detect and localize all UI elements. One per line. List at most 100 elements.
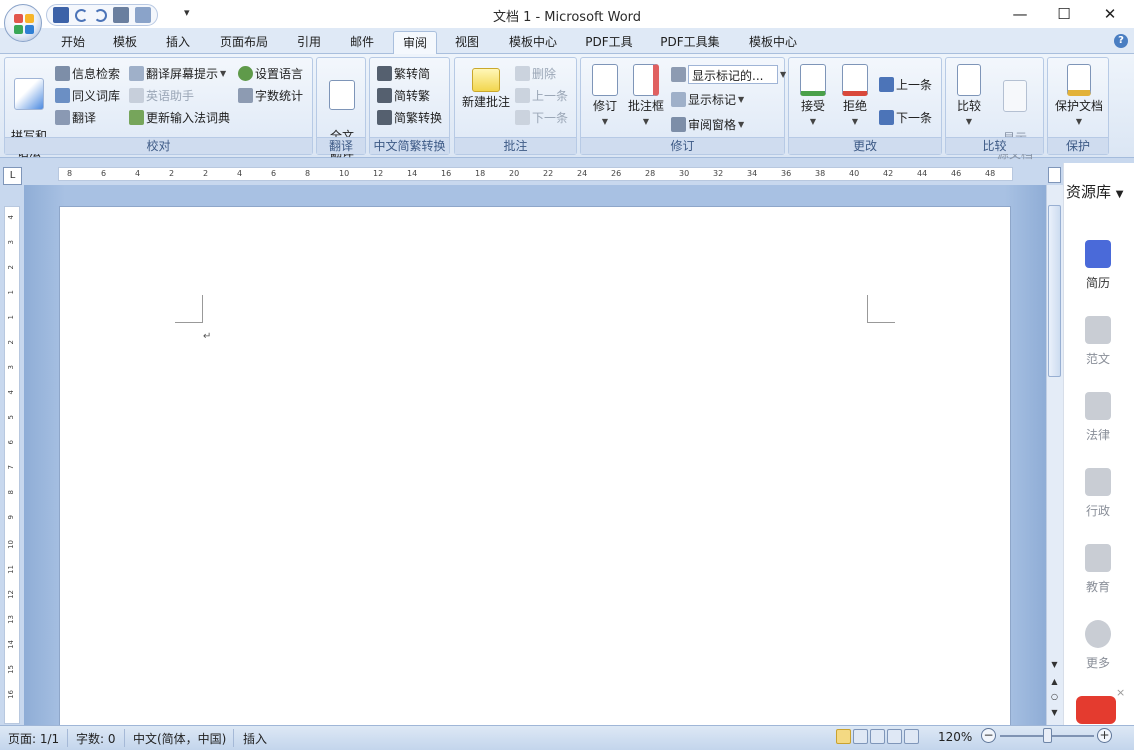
zoom-level[interactable]: 120% [938, 730, 972, 744]
tab-templates[interactable]: 模板 [104, 31, 146, 54]
office-button[interactable] [4, 4, 42, 42]
ruler-tick-label: 14 [407, 169, 418, 178]
protect-document-button[interactable]: 保护文档 ▼ [1052, 64, 1106, 130]
compare-button[interactable]: 比较 ▼ [952, 64, 986, 130]
zoom-in-icon[interactable]: + [1097, 728, 1112, 743]
previous-page-icon[interactable]: ▲ [1048, 677, 1061, 686]
tab-view[interactable]: 视图 [446, 31, 488, 54]
traditional-to-simplified-button[interactable]: 繁转简 [377, 65, 430, 82]
vertical-ruler[interactable]: 4 3 2 1 1 2 3 4 5 6 7 8 9 10 11 12 13 14 15 16 [4, 206, 20, 724]
next-page-icon[interactable]: ▼ [1048, 708, 1061, 717]
tab-pdf-tools[interactable]: PDF工具 [578, 31, 640, 54]
reject-button[interactable]: 拒绝 ▼ [837, 64, 873, 130]
new-comment-button[interactable]: 新建批注 [459, 64, 513, 110]
scroll-down-icon[interactable]: ▼ [1048, 660, 1061, 669]
research-button[interactable]: 信息检索 [55, 65, 120, 82]
tab-mailings[interactable]: 邮件 [341, 31, 383, 54]
tab-review[interactable]: 审阅 [393, 31, 437, 54]
status-language[interactable]: 中文(简体，中国) [133, 730, 226, 747]
resource-item-law[interactable]: 法律 [1072, 392, 1124, 443]
group-label-comments: 批注 [455, 137, 576, 154]
next-change-button[interactable]: 下一条 [879, 109, 932, 126]
spell-check-icon [14, 78, 44, 110]
ruler-tick-label: 48 [985, 169, 996, 178]
draft-view-icon[interactable] [904, 729, 919, 744]
ruler-tick-label: 4 [237, 169, 243, 178]
ruler-tick-label: 4 [7, 390, 15, 395]
print-layout-icon[interactable] [836, 729, 851, 744]
ruler-tick-label: 6 [101, 169, 107, 178]
tab-selector-button[interactable]: L [3, 167, 22, 185]
ruler-view-toggle-icon[interactable] [1048, 167, 1061, 183]
translation-screentip-button[interactable]: 翻译屏幕提示 ▼ [129, 65, 226, 82]
zoom-slider-knob[interactable] [1043, 728, 1052, 743]
maximize-button[interactable]: ☐ [1041, 0, 1087, 28]
balloons-button[interactable]: 批注框 ▼ [625, 64, 667, 130]
previous-change-icon [879, 77, 894, 92]
update-ime-label: 更新输入法词典 [146, 111, 231, 125]
help-icon[interactable]: ? [1114, 34, 1128, 48]
simplified-to-traditional-button[interactable]: 简转繁 [377, 87, 430, 104]
resource-item-resume[interactable]: 简历 [1072, 240, 1124, 291]
delete-comment-label: 删除 [532, 67, 557, 81]
tab-pdf-toolset[interactable]: PDF工具集 [652, 31, 728, 54]
browse-object-icon[interactable]: ○ [1048, 692, 1061, 701]
display-for-review-select[interactable]: 显示标记的... ▼ [671, 65, 786, 84]
close-button[interactable]: ✕ [1087, 0, 1133, 28]
show-markup-button[interactable]: 显示标记 ▼ [671, 91, 744, 108]
scrollbar-thumb[interactable] [1048, 205, 1061, 377]
ruler-tick-label: 10 [7, 540, 15, 549]
update-ime-dictionary-button[interactable]: 更新输入法词典 [129, 109, 230, 126]
tab-template-center[interactable]: 模板中心 [500, 31, 566, 54]
resource-panel-title[interactable]: 资源库 ▼ [1066, 181, 1124, 202]
status-page[interactable]: 页面: 1/1 [8, 730, 59, 747]
zoom-out-icon[interactable]: − [981, 728, 996, 743]
resource-item-samples[interactable]: 范文 [1072, 316, 1124, 367]
tab-template-center-2[interactable]: 模板中心 [740, 31, 806, 54]
ruler-tick-label: 2 [203, 169, 209, 178]
tab-insert[interactable]: 插入 [157, 31, 199, 54]
ruler-tick-label: 10 [339, 169, 350, 178]
next-comment-label: 下一条 [532, 111, 569, 125]
outline-view-icon[interactable] [887, 729, 902, 744]
minimize-button[interactable]: — [997, 0, 1043, 28]
close-ad-icon[interactable]: × [1116, 686, 1125, 699]
horizontal-ruler[interactable]: 8 6 4 2 2 4 6 8 10 12 14 16 18 20 22 24 26 28 30 32 34 36 38 40… [58, 167, 1013, 181]
next-change-icon [879, 110, 894, 125]
tab-home[interactable]: 开始 [52, 31, 94, 54]
red-packet-icon[interactable] [1076, 696, 1116, 724]
resource-item-label: 法律 [1085, 428, 1110, 442]
resource-item-label: 简历 [1085, 276, 1110, 290]
resource-item-more[interactable]: 更多 [1072, 620, 1124, 671]
group-changes: 接受 ▼ 拒绝 ▼ 上一条 下一条 更改 [788, 57, 942, 155]
previous-change-button[interactable]: 上一条 [879, 76, 932, 93]
group-comments: 新建批注 删除 上一条 下一条 批注 [454, 57, 577, 155]
full-translate-icon [329, 80, 355, 110]
chevron-down-icon: ▼ [1075, 117, 1083, 126]
reviewing-pane-button[interactable]: 审阅窗格 ▼ [671, 116, 744, 133]
status-word-count[interactable]: 字数: 0 [76, 730, 116, 747]
ruler-tick-label: 2 [169, 169, 175, 178]
word-count-button[interactable]: 字数统计 [238, 87, 303, 104]
tab-references[interactable]: 引用 [288, 31, 330, 54]
track-changes-button[interactable]: 修订 ▼ [585, 64, 625, 130]
tab-page-layout[interactable]: 页面布局 [211, 31, 277, 54]
chinese-convert-button[interactable]: 简繁转换 [377, 109, 442, 126]
ribbon: 拼写和 语法 信息检索 同义词库 翻译 翻译屏幕提示▼ 英语助手 更新输入法词典… [0, 54, 1134, 161]
trad-to-simp-label: 繁转简 [394, 67, 431, 81]
document-page[interactable]: ↵ [59, 206, 1011, 746]
translate-button[interactable]: 翻译 [55, 109, 96, 126]
chevron-down-icon: ▼ [780, 70, 787, 79]
web-layout-icon[interactable] [870, 729, 885, 744]
full-screen-reading-icon[interactable] [853, 729, 868, 744]
set-language-button[interactable]: 设置语言 [238, 65, 303, 82]
view-buttons [836, 729, 930, 747]
status-insert-mode[interactable]: 插入 [243, 730, 267, 747]
resource-item-admin[interactable]: 行政 [1072, 468, 1124, 519]
group-tracking: 修订 ▼ 批注框 ▼ 显示标记的... ▼ 显示标记 ▼ 审阅窗格 ▼ 修订 [580, 57, 786, 155]
resource-item-education[interactable]: 教育 [1072, 544, 1124, 595]
thesaurus-button[interactable]: 同义词库 [55, 87, 120, 104]
top-right-margin-mark [867, 295, 895, 323]
next-comment-icon [515, 110, 530, 125]
accept-button[interactable]: 接受 ▼ [795, 64, 831, 130]
